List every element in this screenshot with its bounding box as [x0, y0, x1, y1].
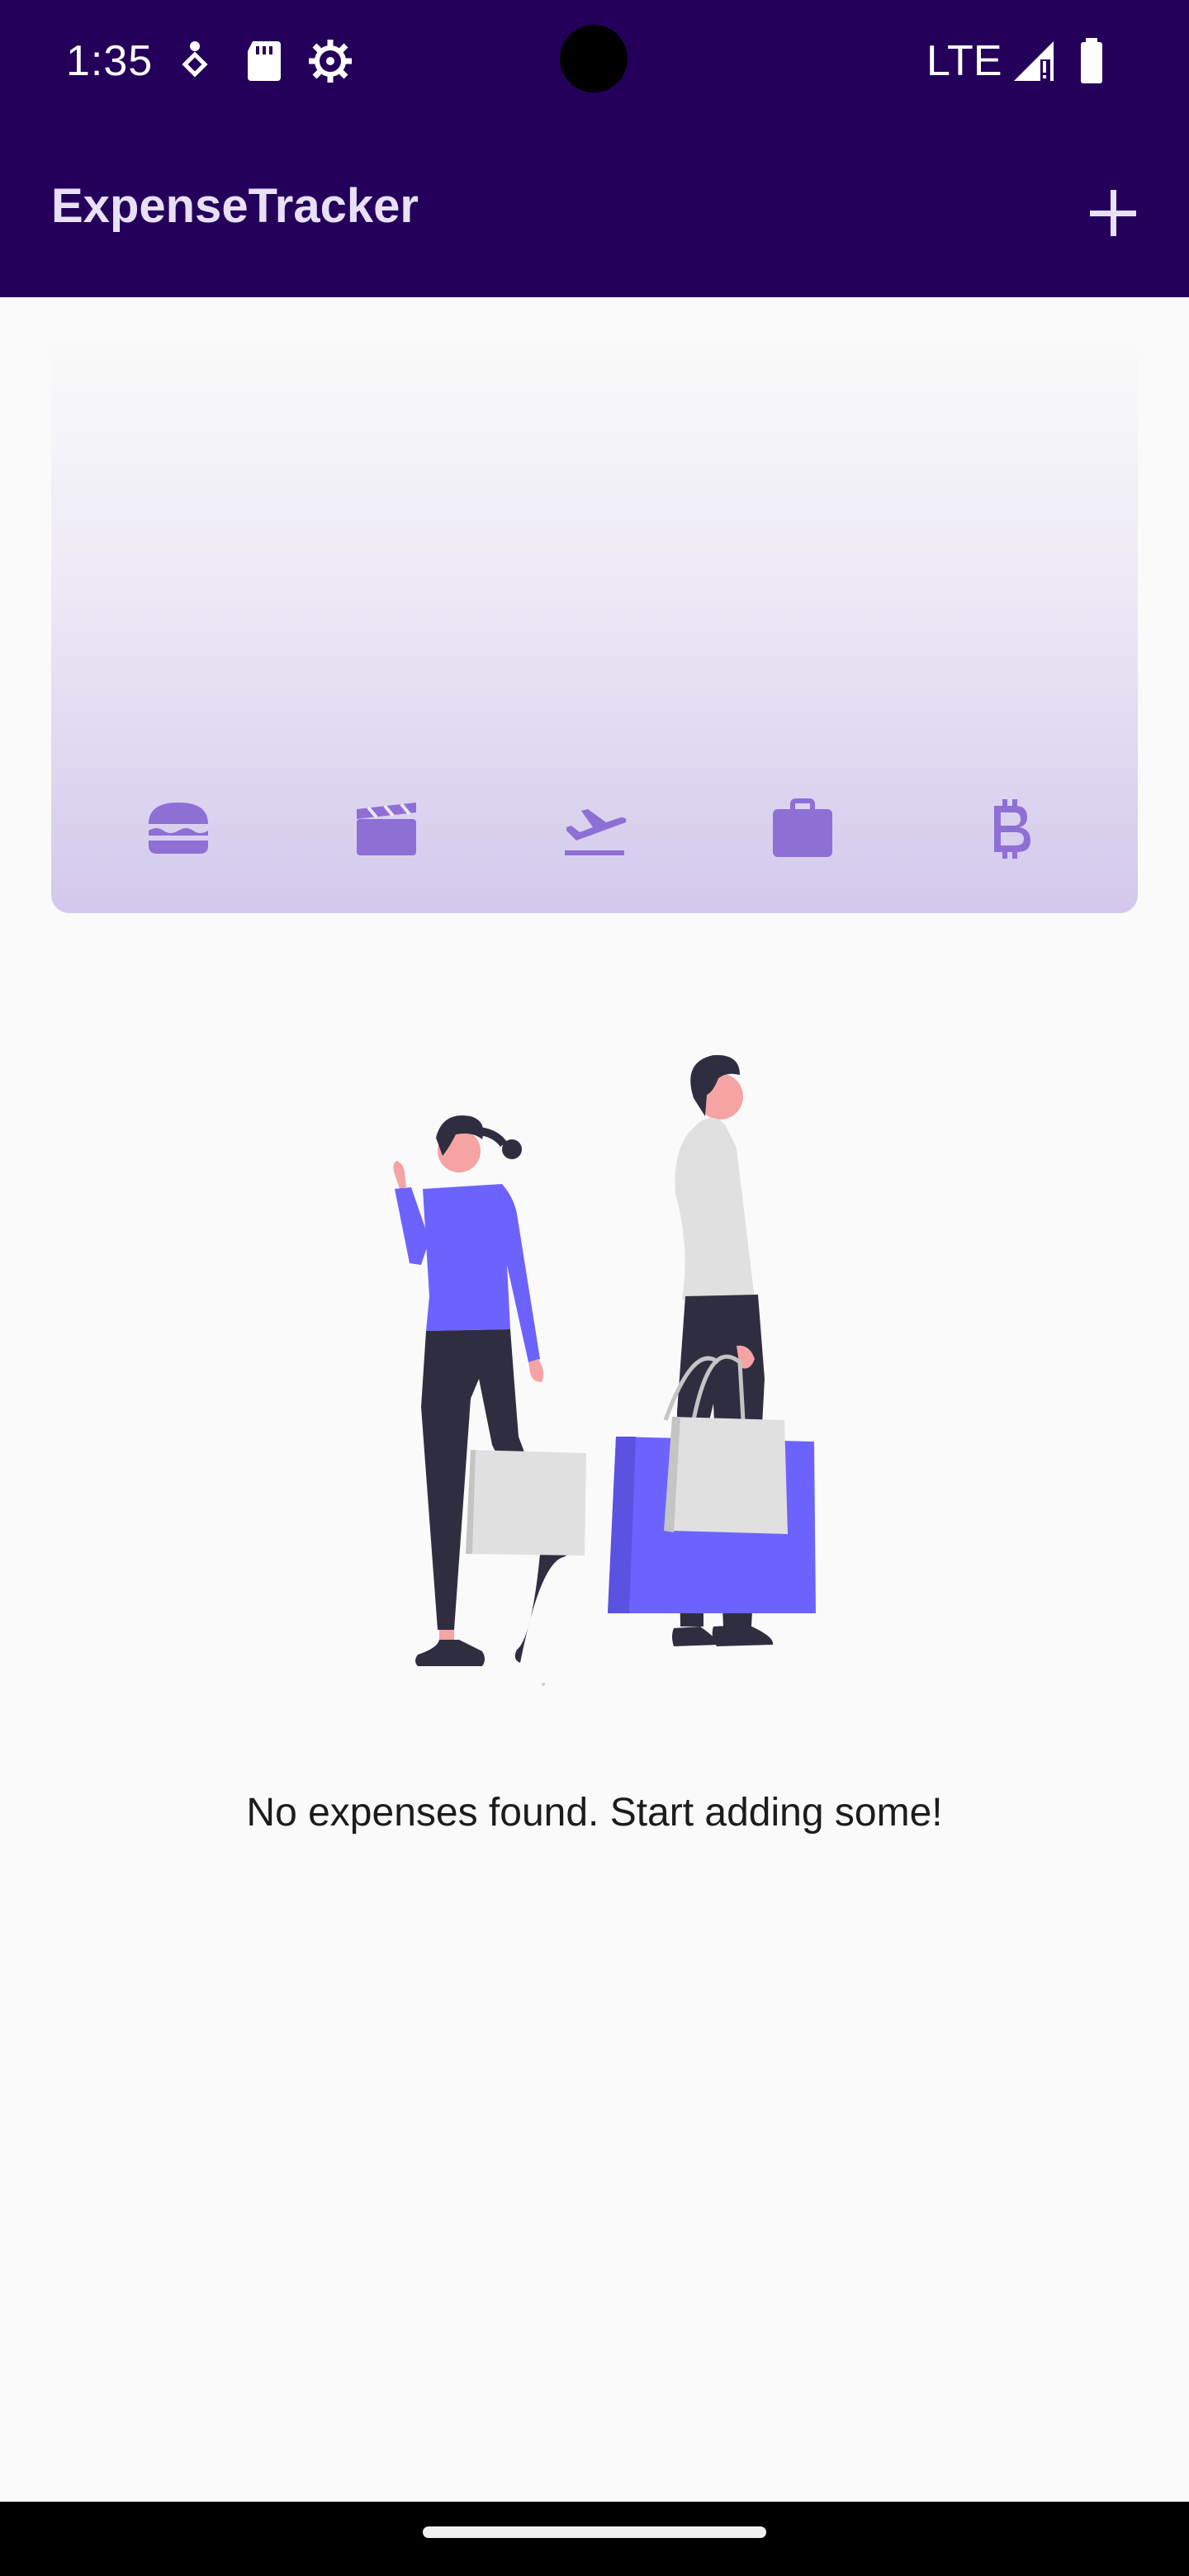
add-expense-button[interactable]	[1073, 173, 1153, 253]
briefcase-icon[interactable]	[768, 794, 837, 864]
man-figure	[608, 1054, 816, 1646]
shopping-people-illustration	[393, 1054, 816, 1686]
signal-icon	[1014, 41, 1054, 81]
settings-gear-icon	[309, 40, 352, 83]
camera-cutout	[560, 25, 628, 92]
app-bar: ExpenseTracker	[0, 119, 1189, 297]
plus-icon	[1090, 190, 1136, 236]
empty-state-message: No expenses found. Start adding some!	[246, 1791, 943, 1835]
home-indicator[interactable]	[423, 2526, 766, 2538]
bitcoin-icon[interactable]	[976, 794, 1045, 864]
network-type: LTE	[926, 37, 1002, 85]
navigation-bar	[0, 2502, 1189, 2576]
accessibility-icon	[182, 41, 208, 78]
airplane-departure-icon[interactable]	[560, 794, 629, 864]
status-time: 1:35	[66, 37, 154, 85]
battery-icon	[1081, 38, 1102, 83]
burger-icon[interactable]	[144, 794, 213, 864]
woman-figure	[393, 1115, 586, 1666]
app-title: ExpenseTracker	[51, 179, 419, 233]
clapperboard-icon[interactable]	[352, 794, 421, 864]
status-bar: 1:35 LTE	[0, 0, 1189, 119]
category-card	[51, 339, 1138, 913]
sd-card-icon	[248, 41, 281, 81]
